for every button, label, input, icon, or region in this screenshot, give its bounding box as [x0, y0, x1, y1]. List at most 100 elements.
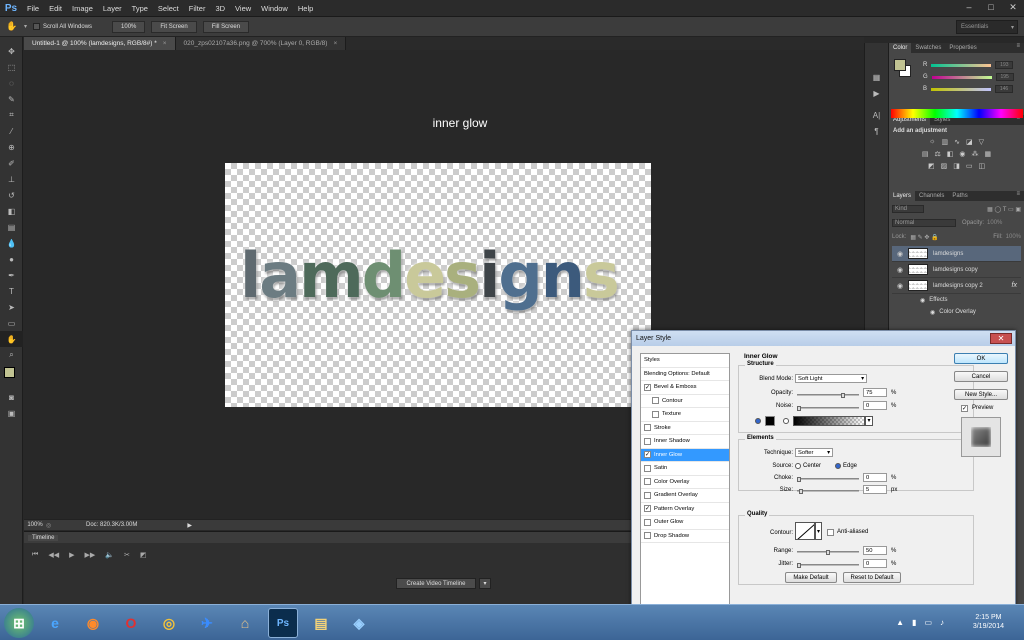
- document-tab[interactable]: Untitled-1 @ 100% (lamdesigns, RGB/8#) *…: [24, 37, 176, 50]
- blend-mode-select[interactable]: Soft Light ▾: [795, 374, 867, 383]
- style-item[interactable]: ✓ Inner Glow: [641, 448, 729, 462]
- style-item[interactable]: ✓ Pattern Overlay: [641, 503, 729, 516]
- bw-icon[interactable]: ◧: [947, 150, 954, 158]
- internet-explorer-icon[interactable]: e: [40, 608, 70, 638]
- app-icon[interactable]: ✈: [192, 608, 222, 638]
- menu-edit[interactable]: Edit: [44, 4, 67, 13]
- channel-slider[interactable]: [931, 87, 992, 91]
- actions-icon[interactable]: ▶: [865, 85, 888, 101]
- eye-icon[interactable]: ◉: [920, 297, 925, 304]
- marquee-tool-icon[interactable]: ⬚: [0, 59, 23, 75]
- new-style-button[interactable]: New Style...: [954, 389, 1008, 400]
- panel-tab-layers[interactable]: Layers: [889, 191, 916, 201]
- style-item[interactable]: Color Overlay: [641, 476, 729, 489]
- edge-radio[interactable]: [835, 463, 841, 469]
- close-icon[interactable]: ✕: [1002, 0, 1024, 14]
- choke-field[interactable]: 0: [863, 473, 887, 482]
- fg-color-chip[interactable]: [894, 59, 906, 71]
- vibrance-icon[interactable]: ▽: [979, 138, 984, 146]
- selective-color-icon[interactable]: ◫: [978, 162, 985, 170]
- hue-sat-icon[interactable]: ▤: [922, 150, 929, 158]
- style-checkbox[interactable]: ✓: [644, 383, 651, 391]
- blur-tool-icon[interactable]: 💧: [0, 235, 23, 251]
- photoshop-taskbar-icon[interactable]: Ps: [268, 608, 298, 638]
- channel-value[interactable]: 193: [995, 61, 1014, 69]
- make-default-button[interactable]: Make Default: [785, 572, 837, 583]
- panel-tab-channels[interactable]: Channels: [915, 191, 948, 201]
- chrome-icon[interactable]: ◎: [154, 608, 184, 638]
- close-icon[interactable]: ×: [333, 40, 337, 47]
- style-item[interactable]: Contour: [641, 395, 729, 408]
- eye-icon[interactable]: ◉: [892, 250, 908, 258]
- channel-mixer-icon[interactable]: ⁂: [972, 150, 979, 158]
- fit-screen-button[interactable]: Fit Screen: [151, 20, 197, 33]
- glow-color-swatch[interactable]: [765, 416, 775, 426]
- path-select-tool-icon[interactable]: ➤: [0, 299, 23, 315]
- tray-arrow-icon[interactable]: ▲: [896, 618, 904, 627]
- menu-file[interactable]: File: [22, 4, 44, 13]
- opacity-field[interactable]: 75: [863, 388, 887, 397]
- style-checkbox[interactable]: [644, 478, 651, 486]
- firefox-icon[interactable]: ◉: [78, 608, 108, 638]
- zoom-tool-icon[interactable]: ⌕: [0, 347, 23, 363]
- style-item[interactable]: Texture: [641, 408, 729, 422]
- pen-tool-icon[interactable]: ✒: [0, 267, 23, 283]
- preview-checkbox[interactable]: ✓: [961, 405, 968, 412]
- quick-mask-icon[interactable]: ◙: [0, 389, 23, 405]
- screen-mode-icon[interactable]: ▣: [0, 405, 23, 421]
- levels-icon[interactable]: ▥: [941, 138, 948, 146]
- style-item[interactable]: Gradient Overlay: [641, 489, 729, 503]
- history-icon[interactable]: ▦: [865, 69, 888, 85]
- fill-field[interactable]: 100%: [1006, 234, 1021, 240]
- battery-icon[interactable]: ▭: [924, 618, 932, 627]
- app-icon[interactable]: ⌂: [230, 608, 260, 638]
- style-checkbox[interactable]: [652, 410, 659, 418]
- character-icon[interactable]: A|: [865, 107, 888, 123]
- move-tool-icon[interactable]: ✥: [0, 43, 23, 59]
- audio-icon[interactable]: 🔈: [105, 551, 114, 559]
- style-checkbox[interactable]: [644, 491, 651, 499]
- menu-3d[interactable]: 3D: [210, 4, 230, 13]
- panel-tab-properties[interactable]: Properties: [945, 43, 980, 53]
- first-frame-icon[interactable]: ⏮: [32, 551, 38, 559]
- app-icon[interactable]: ◈: [344, 608, 374, 638]
- chevron-down-icon[interactable]: ▾: [479, 578, 491, 589]
- lasso-tool-icon[interactable]: ◌: [0, 75, 23, 91]
- healing-brush-tool-icon[interactable]: ⊕: [0, 139, 23, 155]
- quick-select-tool-icon[interactable]: ✎: [0, 91, 23, 107]
- jitter-slider-thumb[interactable]: [797, 563, 801, 568]
- zoom-100-button[interactable]: 100%: [112, 20, 146, 33]
- channel-value[interactable]: 195: [995, 73, 1014, 81]
- opacity-slider-thumb[interactable]: [841, 393, 845, 398]
- hand-tool-icon[interactable]: ✋: [0, 331, 23, 347]
- center-radio[interactable]: [795, 463, 801, 469]
- paragraph-icon[interactable]: ¶: [865, 123, 888, 139]
- cancel-button[interactable]: Cancel: [954, 371, 1008, 382]
- next-frame-icon[interactable]: ▶▶: [84, 551, 95, 559]
- gradient-tool-icon[interactable]: ▤: [0, 219, 23, 235]
- channel-slider[interactable]: [931, 63, 992, 67]
- history-brush-tool-icon[interactable]: ↺: [0, 187, 23, 203]
- eraser-tool-icon[interactable]: ◧: [0, 203, 23, 219]
- menu-view[interactable]: View: [230, 4, 256, 13]
- split-icon[interactable]: ✂: [124, 551, 130, 559]
- status-menu-arrow-icon[interactable]: ▶: [187, 522, 192, 529]
- jitter-slider-track[interactable]: [797, 564, 859, 566]
- panel-tab-swatches[interactable]: Swatches: [911, 43, 945, 53]
- opacity-slider-track[interactable]: [797, 394, 859, 396]
- style-item[interactable]: ✓ Bevel & Emboss: [641, 381, 729, 395]
- type-tool-icon[interactable]: T: [0, 283, 23, 299]
- panel-tab-color[interactable]: Color: [889, 43, 912, 53]
- layer-row[interactable]: ◉ lamdesigns copy: [892, 262, 1021, 278]
- style-checkbox[interactable]: ✓: [644, 505, 651, 513]
- choke-slider-thumb[interactable]: [797, 477, 801, 482]
- threshold-icon[interactable]: ◨: [953, 162, 960, 170]
- hand-tool-icon[interactable]: ✋: [0, 21, 24, 32]
- menu-filter[interactable]: Filter: [184, 4, 211, 13]
- style-checkbox[interactable]: [644, 424, 651, 432]
- fill-screen-button[interactable]: Fill Screen: [202, 20, 250, 33]
- volume-icon[interactable]: ♪: [940, 618, 944, 627]
- style-checkbox[interactable]: ✓: [644, 451, 651, 459]
- noise-field[interactable]: 0: [863, 401, 887, 410]
- zoom-level[interactable]: 100%: [24, 522, 46, 528]
